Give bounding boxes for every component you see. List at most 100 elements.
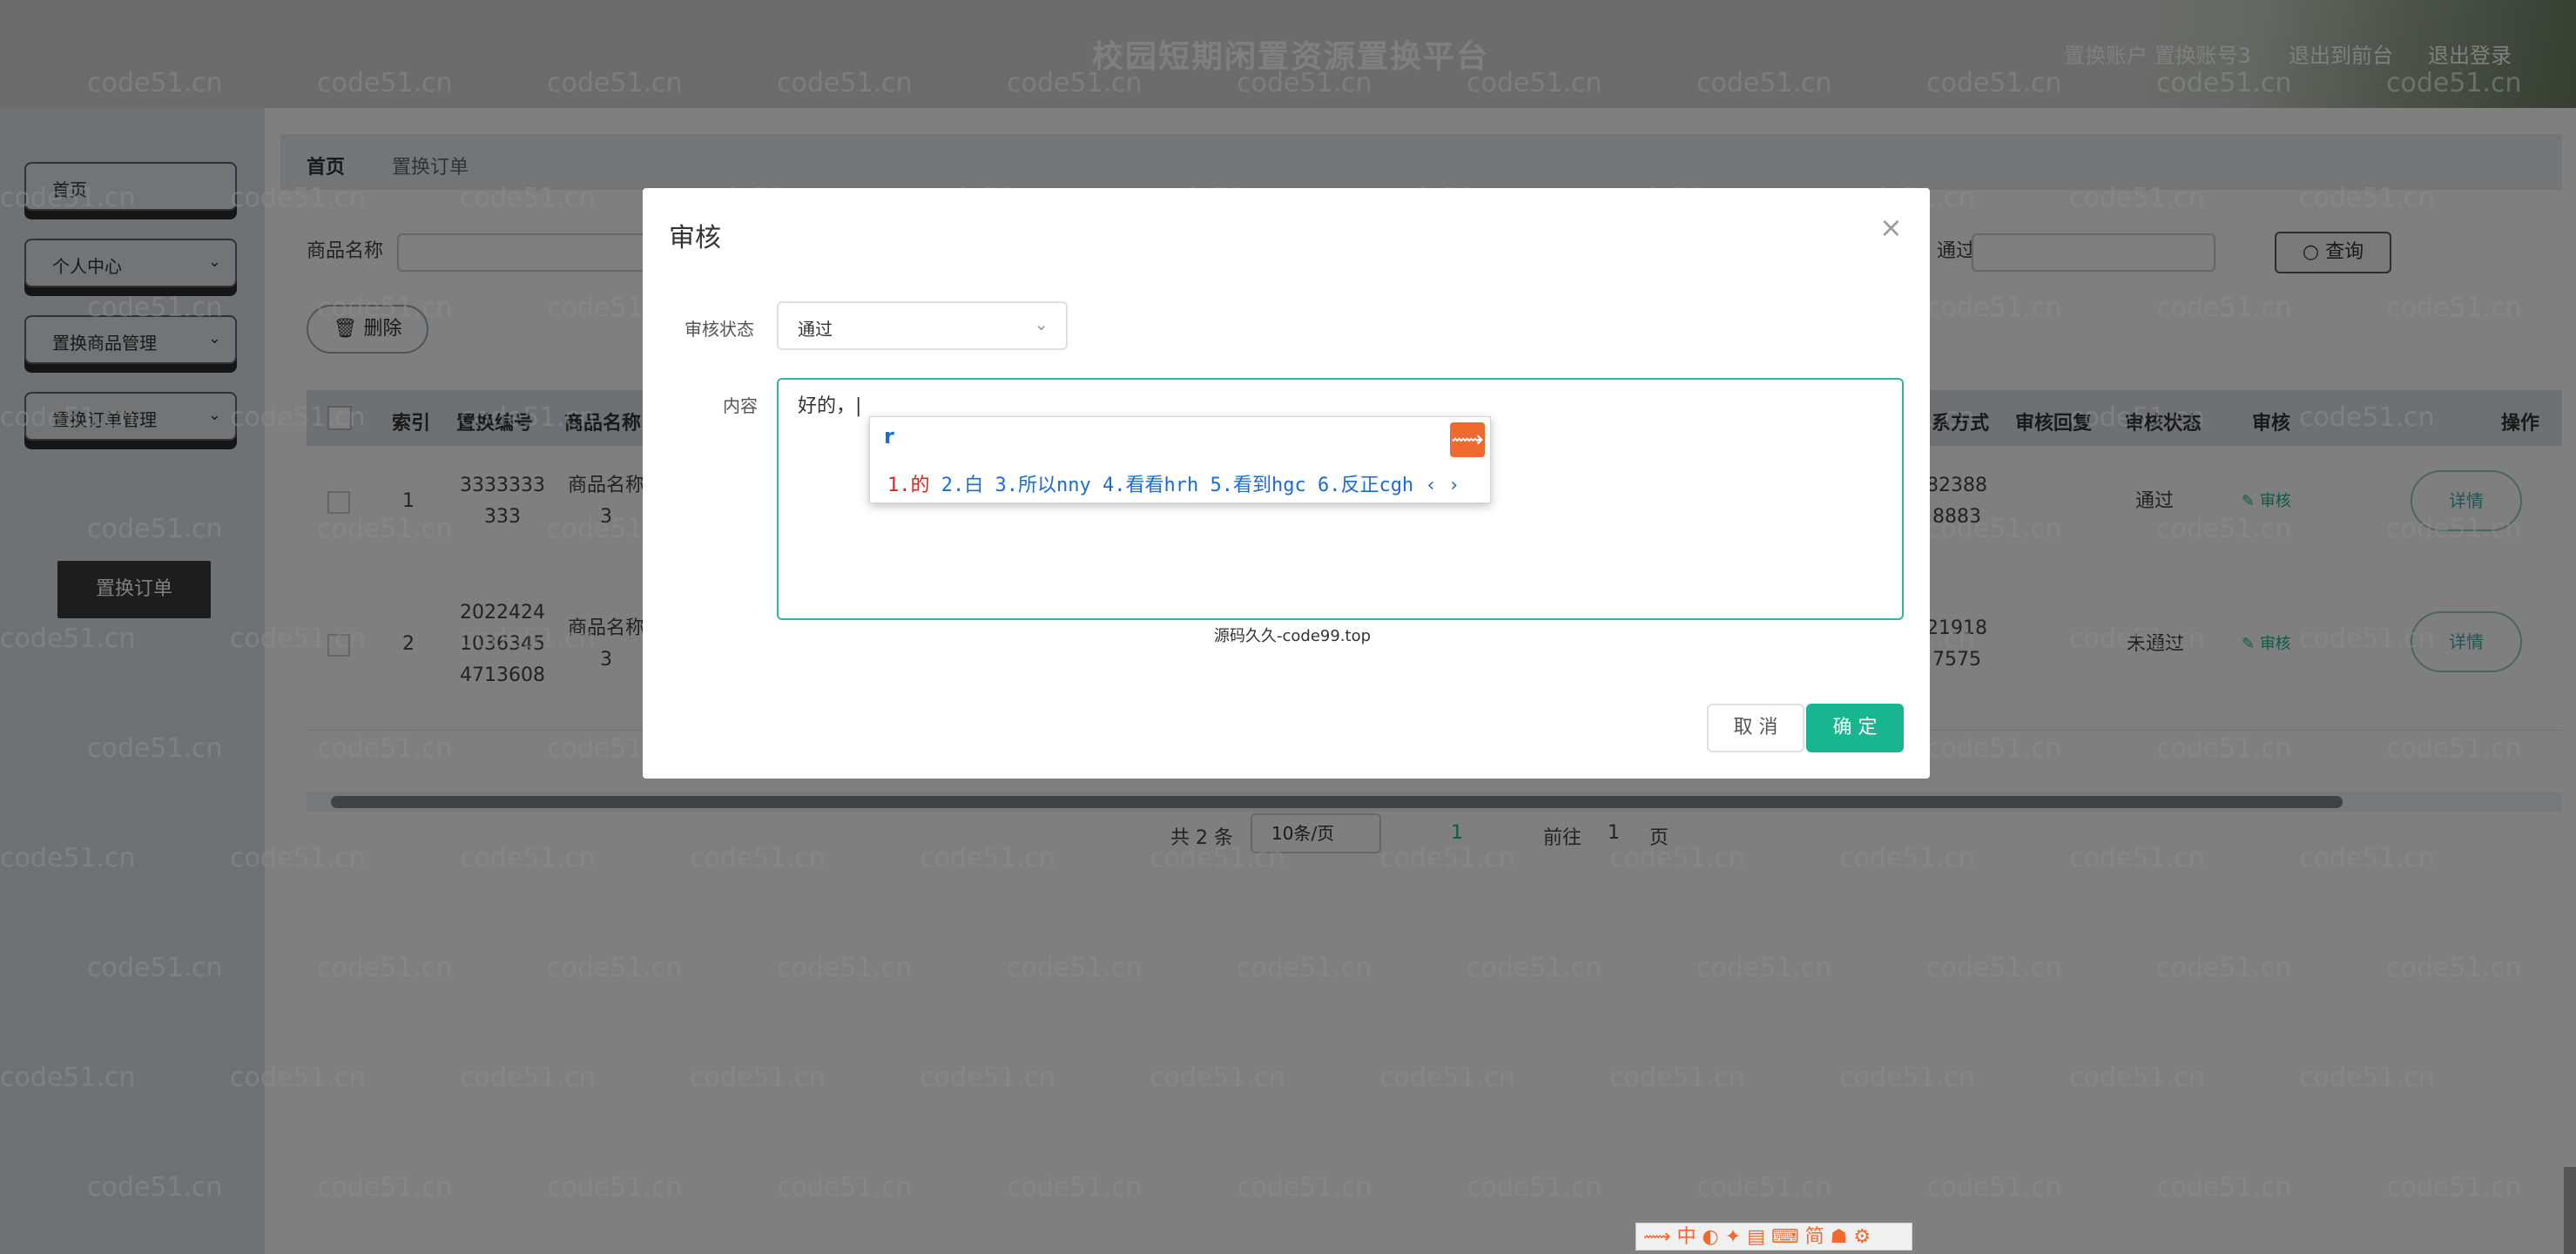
watermark-text: code51.cn bbox=[1007, 1172, 1143, 1203]
confirm-button[interactable]: 确 定 bbox=[1806, 704, 1904, 752]
watermark-text: code51.cn bbox=[2299, 183, 2435, 213]
watermark-text: code51.cn bbox=[1609, 843, 1745, 873]
content-text: 好的，| bbox=[798, 395, 862, 417]
ime-candidate[interactable]: 3.所以nny bbox=[995, 475, 1091, 496]
watermark-text: code51.cn bbox=[460, 183, 596, 213]
watermark-text: code51.cn bbox=[87, 68, 223, 98]
watermark-text: code51.cn bbox=[87, 1172, 223, 1203]
watermark-text: code51.cn bbox=[2069, 624, 2205, 654]
watermark-text: code51.cn bbox=[2299, 624, 2435, 654]
watermark-text: code51.cn bbox=[317, 733, 453, 764]
close-icon[interactable]: × bbox=[1879, 211, 1903, 244]
watermark-text: code51.cn bbox=[87, 293, 223, 323]
watermark-text: code51.cn bbox=[1467, 1172, 1602, 1203]
watermark-text: code51.cn bbox=[690, 1062, 826, 1093]
watermark-text: code51.cn bbox=[1379, 843, 1515, 873]
watermark-text: code51.cn bbox=[1609, 1062, 1745, 1093]
ime-candidates: 1.的 2.白 3.所以nny 4.看看hrh 5.看到hgc 6.反正cgh … bbox=[887, 469, 1460, 497]
watermark-text: code51.cn bbox=[1467, 953, 1602, 983]
cancel-button[interactable]: 取 消 bbox=[1707, 704, 1804, 752]
watermark-text: code51.cn bbox=[2156, 1172, 2292, 1203]
watermark-text: code51.cn bbox=[2299, 1062, 2435, 1093]
watermark-text: code51.cn bbox=[1007, 68, 1143, 98]
watermark-text: code51.cn bbox=[690, 843, 826, 873]
watermark-text: code51.cn bbox=[2386, 293, 2522, 323]
watermark-text: code51.cn bbox=[317, 514, 453, 544]
watermark-text: code51.cn bbox=[1237, 68, 1372, 98]
ime-logo-icon: ⟿ bbox=[1450, 422, 1485, 457]
watermark-text: code51.cn bbox=[2386, 68, 2522, 98]
watermark-text: code51.cn bbox=[2156, 293, 2292, 323]
watermark-text: code51.cn bbox=[547, 1172, 683, 1203]
ime-candidate-popup: r ⟿ 1.的 2.白 3.所以nny 4.看看hrh 5.看到hgc 6.反正… bbox=[869, 416, 1491, 503]
watermark-text: code51.cn bbox=[920, 843, 1055, 873]
ime-candidate[interactable]: 2.白 bbox=[941, 475, 984, 496]
watermark-text: code51.cn bbox=[1696, 1172, 1832, 1203]
watermark-text: code51.cn bbox=[2069, 843, 2205, 873]
watermark-text: code51.cn bbox=[460, 402, 596, 433]
watermark-text: code51.cn bbox=[2386, 1172, 2522, 1203]
audit-status-select[interactable]: 通过 ⌄ bbox=[777, 301, 1068, 350]
watermark-text: code51.cn bbox=[0, 843, 136, 873]
ime-candidate[interactable]: 6.反正cgh bbox=[1318, 475, 1413, 496]
watermark-text: code51.cn bbox=[0, 402, 136, 433]
watermark-text: code51.cn bbox=[1379, 1062, 1515, 1093]
watermark-text: code51.cn bbox=[1150, 843, 1285, 873]
watermark-text: code51.cn bbox=[1926, 953, 2062, 983]
watermark-text: code51.cn bbox=[2156, 733, 2292, 764]
ime-candidate[interactable]: 4.看看hrh bbox=[1103, 475, 1198, 496]
watermark-text: code51.cn bbox=[1839, 843, 1975, 873]
watermark-text: code51.cn bbox=[87, 514, 223, 544]
watermark-text: code51.cn bbox=[1926, 293, 2062, 323]
watermark-text: code51.cn bbox=[1696, 953, 1832, 983]
watermark-text: code51.cn bbox=[317, 68, 453, 98]
watermark-text: code51.cn bbox=[777, 1172, 913, 1203]
watermark-text: code51.cn bbox=[547, 68, 683, 98]
watermark-text: code51.cn bbox=[460, 624, 596, 654]
watermark-text: code51.cn bbox=[2156, 68, 2292, 98]
content-label: 内容 bbox=[723, 395, 758, 416]
watermark-text: code51.cn bbox=[230, 624, 366, 654]
watermark-text: code51.cn bbox=[2069, 402, 2205, 433]
audit-status-value: 通过 bbox=[798, 319, 833, 340]
watermark-text: code51.cn bbox=[1926, 1172, 2062, 1203]
watermark-text: code51.cn bbox=[1839, 1062, 1975, 1093]
watermark-text: code51.cn bbox=[317, 953, 453, 983]
watermark-text: code51.cn bbox=[87, 733, 223, 764]
watermark-text: code51.cn bbox=[1926, 733, 2062, 764]
watermark-text: code51.cn bbox=[87, 953, 223, 983]
watermark-text: code51.cn bbox=[0, 183, 136, 213]
watermark-text: code51.cn bbox=[2069, 183, 2205, 213]
page-scrollbar[interactable] bbox=[2564, 1167, 2576, 1254]
ime-candidate[interactable]: 5.看到hgc bbox=[1210, 475, 1305, 496]
watermark-text: code51.cn bbox=[230, 402, 366, 433]
watermark-text: code51.cn bbox=[1926, 68, 2062, 98]
watermark-text: code51.cn bbox=[2386, 733, 2522, 764]
audit-dialog: 审核 × 审核状态 通过 ⌄ 内容 好的，| r ⟿ 1.的 2.白 3.所以n… bbox=[643, 188, 1930, 779]
ime-page-arrows-icon[interactable]: ‹ › bbox=[1425, 475, 1460, 496]
watermark-text: code51.cn bbox=[1150, 1062, 1285, 1093]
watermark-text: code51.cn bbox=[777, 953, 913, 983]
ime-toolbar[interactable]: ⟿ 中 ◐ ✦ ▤ ⌨ 简 ☗ ⚙ bbox=[1635, 1223, 1912, 1251]
chevron-down-icon: ⌄ bbox=[1034, 314, 1049, 334]
audit-status-label: 审核状态 bbox=[684, 319, 754, 340]
watermark-text: code51.cn bbox=[0, 624, 136, 654]
ime-candidate[interactable]: 1.的 bbox=[887, 475, 930, 496]
watermark-text: code51.cn bbox=[1237, 1172, 1372, 1203]
watermark-text: code51.cn bbox=[2386, 514, 2522, 544]
ime-toolbar-icons: ⟿ 中 ◐ ✦ ▤ ⌨ 简 ☗ ⚙ bbox=[1643, 1226, 1871, 1248]
dialog-title: 审核 bbox=[669, 223, 721, 253]
watermark-text: code51.cn bbox=[230, 183, 366, 213]
watermark-text: code51.cn bbox=[1926, 514, 2062, 544]
watermark-text: code51.cn bbox=[777, 68, 913, 98]
watermark-text: code51.cn bbox=[1007, 953, 1143, 983]
watermark-text: code51.cn bbox=[2156, 953, 2292, 983]
watermark-text: code51.cn bbox=[920, 1062, 1055, 1093]
watermark-text: code51.cn bbox=[317, 293, 453, 323]
watermark-text: code51.cn bbox=[1696, 68, 1832, 98]
watermark-text: code51.cn bbox=[2299, 402, 2435, 433]
watermark-text: code51.cn bbox=[460, 1062, 596, 1093]
watermark-text: code51.cn bbox=[230, 1062, 366, 1093]
watermark-text: code51.cn bbox=[547, 953, 683, 983]
watermark-text: code51.cn bbox=[0, 1062, 136, 1093]
